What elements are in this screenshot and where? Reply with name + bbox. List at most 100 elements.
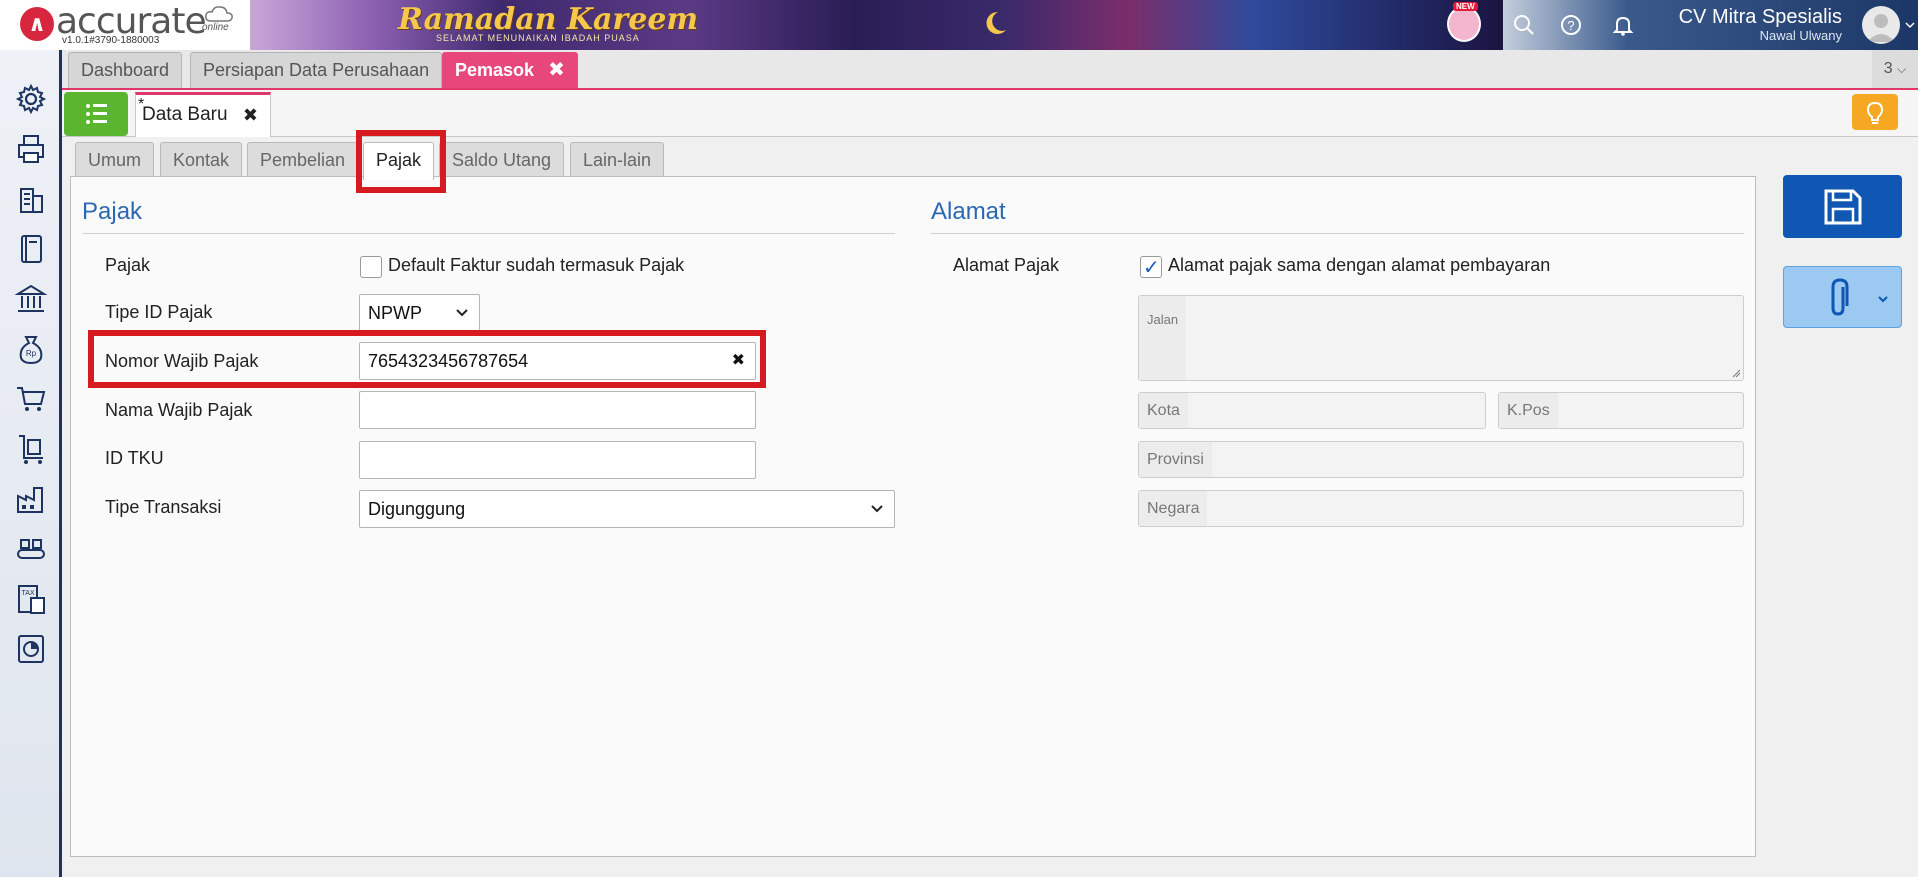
company-name[interactable]: CV Mitra Spesialis bbox=[1679, 6, 1842, 29]
chevron-down-icon bbox=[871, 505, 883, 513]
tipe-transaksi-value: Digunggung bbox=[368, 499, 466, 519]
svg-text:Rp: Rp bbox=[26, 349, 37, 358]
pajak-tab-highlight bbox=[356, 130, 446, 193]
close-icon[interactable]: ✖ bbox=[243, 95, 258, 135]
tipe-transaksi-label: Tipe Transaksi bbox=[105, 497, 222, 517]
chevron-down-icon: ⌵ bbox=[1897, 62, 1907, 76]
sidebar-item-production[interactable] bbox=[14, 532, 48, 566]
banner-subtitle: SELAMAT MENUNAIKAN IBADAH PUASA bbox=[436, 33, 640, 43]
kpos-placeholder: K.Pos bbox=[1499, 393, 1558, 428]
money-bag-icon: Rp bbox=[19, 336, 43, 365]
user-avatar-icon bbox=[1867, 14, 1895, 42]
sidebar-item-inventory[interactable] bbox=[14, 482, 48, 516]
sidebar-item-ledger[interactable] bbox=[14, 232, 48, 266]
report-icon bbox=[18, 635, 44, 663]
sidebar-item-sales[interactable] bbox=[14, 382, 48, 416]
section-divider bbox=[82, 233, 895, 234]
alamat-sama-label[interactable]: Alamat pajak sama dengan alamat pembayar… bbox=[1168, 255, 1550, 276]
help-icon[interactable]: ? bbox=[1559, 13, 1583, 37]
tab-saldo-utang[interactable]: Saldo Utang bbox=[439, 142, 565, 177]
kpos-input[interactable]: K.Pos bbox=[1498, 392, 1744, 429]
sidebar-item-company[interactable] bbox=[14, 182, 48, 216]
jalan-placeholder: Jalan bbox=[1139, 296, 1187, 380]
user-area: ? CV Mitra Spesialis Nawal Ulwany bbox=[1503, 0, 1918, 50]
close-icon[interactable]: ✖ bbox=[548, 53, 565, 87]
default-faktur-checkbox[interactable] bbox=[360, 256, 382, 278]
crescent-moon-icon bbox=[986, 11, 1006, 34]
resize-handle-icon[interactable] bbox=[1731, 368, 1741, 378]
alamat-sama-checkbox[interactable]: ✓ bbox=[1140, 256, 1162, 279]
section-title-pajak: Pajak bbox=[82, 198, 143, 225]
printer-icon bbox=[18, 135, 44, 163]
tipe-id-pajak-select[interactable]: NPWP bbox=[359, 294, 480, 332]
tab-pemasok[interactable]: Pemasok ✖ bbox=[442, 52, 578, 88]
tab-pembelian[interactable]: Pembelian bbox=[247, 142, 359, 177]
tab-umum[interactable]: Umum bbox=[75, 142, 154, 177]
new-badge: NEW bbox=[1453, 2, 1478, 11]
sidebar-item-print[interactable] bbox=[14, 132, 48, 166]
negara-input[interactable]: Negara bbox=[1138, 490, 1744, 527]
document-title: Data Baru bbox=[142, 104, 228, 125]
ramadan-banner: Ramadan Kareem SELAMAT MENUNAIKAN IBADAH… bbox=[250, 0, 1505, 50]
mascot-new-feature-icon[interactable] bbox=[1447, 6, 1481, 42]
tab-lain-lain[interactable]: Lain-lain bbox=[570, 142, 665, 177]
notification-bell-icon[interactable] bbox=[1611, 13, 1635, 37]
tab-pemasok-label: Pemasok bbox=[455, 60, 535, 80]
trolley-icon bbox=[19, 435, 43, 464]
tab-persiapan-data-perusahaan[interactable]: Persiapan Data Perusahaan bbox=[190, 52, 443, 88]
tipe-transaksi-select[interactable]: Digunggung bbox=[359, 490, 895, 528]
sidebar-item-bank[interactable] bbox=[14, 282, 48, 316]
tax-icon: TAX bbox=[18, 585, 45, 614]
provinsi-input[interactable]: Provinsi bbox=[1138, 441, 1744, 478]
top-bar: ∧ accurate online v1.0.1#3790-1880003 Ra… bbox=[0, 0, 1918, 50]
check-icon: ✓ bbox=[1143, 257, 1160, 279]
kota-input[interactable]: Kota bbox=[1138, 392, 1486, 429]
document-header: * Data Baru ✖ bbox=[62, 90, 1918, 137]
open-tab-count[interactable]: 3 ⌵ bbox=[1872, 50, 1918, 88]
sidebar-item-cash[interactable]: Rp bbox=[14, 332, 48, 366]
chevron-down-icon[interactable] bbox=[1904, 19, 1916, 31]
save-button[interactable] bbox=[1783, 175, 1902, 238]
avatar[interactable] bbox=[1862, 6, 1900, 44]
pajak-label: Pajak bbox=[105, 255, 151, 275]
page-tab-strip: Dashboard Persiapan Data Perusahaan Pema… bbox=[62, 50, 1918, 90]
tab-kontak[interactable]: Kontak bbox=[160, 142, 243, 177]
sidebar-item-tax[interactable]: TAX bbox=[14, 582, 48, 616]
chevron-down-icon bbox=[456, 309, 468, 317]
logo-online-text: online bbox=[202, 22, 229, 33]
building-icon bbox=[20, 188, 43, 213]
sidebar-item-purchase[interactable] bbox=[14, 432, 48, 466]
id-tku-label: ID TKU bbox=[105, 448, 164, 468]
list-icon bbox=[86, 104, 107, 124]
nama-wajib-pajak-label: Nama Wajib Pajak bbox=[105, 400, 253, 420]
kota-placeholder: Kota bbox=[1139, 393, 1188, 428]
banner-title: Ramadan Kareem bbox=[398, 2, 699, 37]
list-view-button[interactable] bbox=[64, 92, 128, 136]
sidebar-item-reports[interactable] bbox=[14, 632, 48, 666]
cart-icon bbox=[17, 387, 46, 411]
default-faktur-label[interactable]: Default Faktur sudah termasuk Pajak bbox=[388, 255, 684, 276]
svg-text:TAX: TAX bbox=[21, 590, 34, 597]
id-tku-input[interactable] bbox=[359, 441, 756, 479]
provinsi-placeholder: Provinsi bbox=[1139, 442, 1212, 477]
user-name[interactable]: Nawal Ulwany bbox=[1760, 28, 1842, 43]
paperclip-icon bbox=[1831, 278, 1888, 316]
conveyor-icon bbox=[17, 539, 45, 559]
tipe-id-pajak-label: Tipe ID Pajak bbox=[105, 302, 213, 322]
negara-placeholder: Negara bbox=[1139, 491, 1208, 526]
accurate-logo-icon: ∧ bbox=[20, 7, 54, 41]
search-icon[interactable] bbox=[1512, 13, 1536, 37]
document-tab[interactable]: * Data Baru ✖ bbox=[135, 92, 271, 137]
jalan-textarea[interactable]: Jalan bbox=[1138, 295, 1744, 381]
sidebar-item-settings[interactable] bbox=[14, 82, 48, 116]
tips-button[interactable] bbox=[1852, 94, 1898, 130]
gear-icon bbox=[15, 83, 47, 115]
alamat-pajak-label: Alamat Pajak bbox=[953, 255, 1060, 275]
factory-icon bbox=[17, 487, 43, 513]
nama-wajib-pajak-input[interactable] bbox=[359, 391, 756, 429]
version-text: v1.0.1#3790-1880003 bbox=[62, 35, 160, 46]
attachment-button[interactable] bbox=[1783, 266, 1902, 328]
section-title-alamat: Alamat bbox=[931, 198, 1006, 225]
nomor-wajib-pajak-highlight bbox=[88, 330, 766, 388]
tab-dashboard[interactable]: Dashboard bbox=[68, 52, 183, 88]
